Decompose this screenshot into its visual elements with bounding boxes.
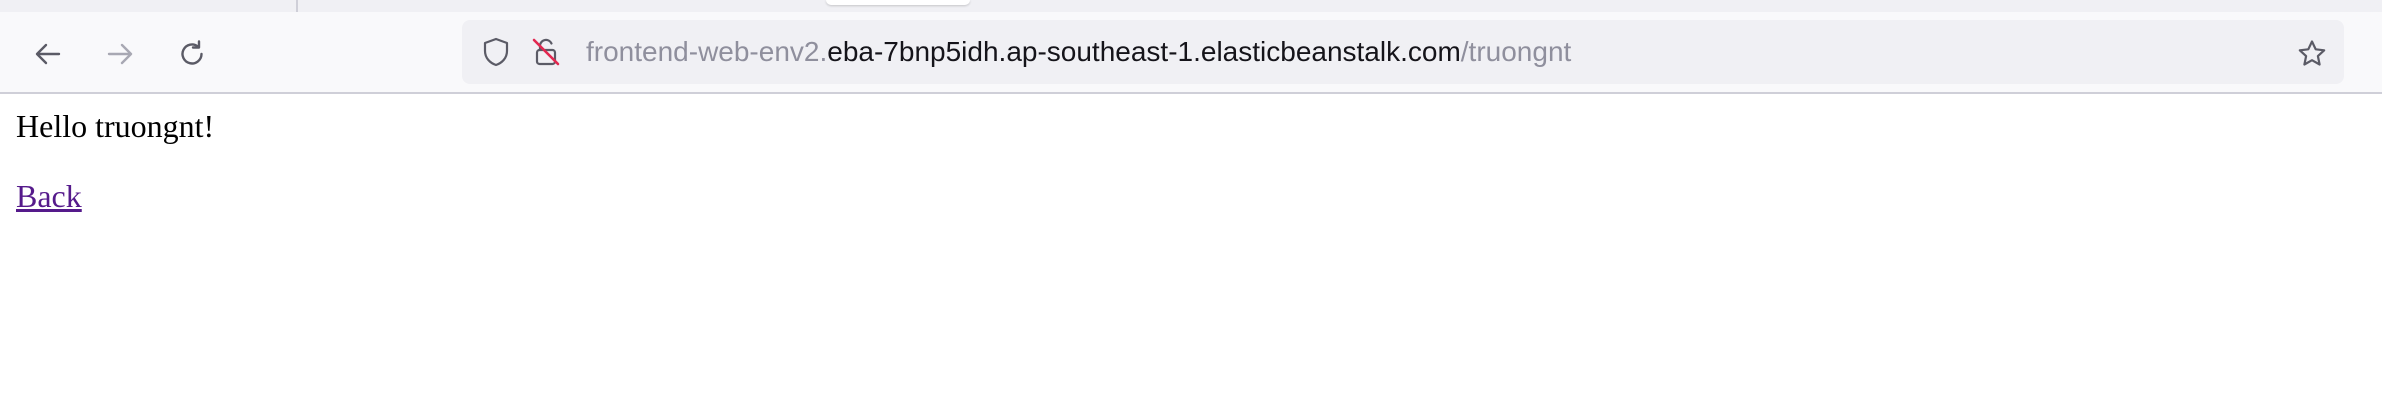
back-link[interactable]: Back: [16, 176, 82, 216]
active-tab-edge[interactable]: [826, 0, 970, 5]
forward-arrow-icon: [107, 43, 133, 65]
reload-icon: [181, 40, 203, 65]
site-security-button[interactable]: [528, 34, 564, 70]
back-button[interactable]: [22, 32, 74, 76]
url-prefix: frontend-web-env2.: [586, 36, 828, 67]
tracking-protection-button[interactable]: [478, 34, 514, 70]
insecure-lock-icon: [532, 38, 560, 66]
url-bar[interactable]: frontend-web-env2.eba-7bnp5idh.ap-southe…: [462, 20, 2344, 84]
tab-divider: [296, 0, 298, 12]
back-arrow-icon: [35, 43, 61, 65]
navigation-toolbar: frontend-web-env2.eba-7bnp5idh.ap-southe…: [0, 12, 2382, 94]
url-path: /truongnt: [1460, 36, 1572, 67]
bookmark-button[interactable]: [2290, 32, 2334, 76]
forward-button[interactable]: [94, 32, 146, 76]
tab-strip: [0, 0, 2382, 12]
reload-button[interactable]: [166, 32, 218, 76]
shield-icon: [483, 37, 509, 67]
url-domain: eba-7bnp5idh.ap-southeast-1.elasticbeans…: [827, 36, 1461, 67]
page-content: Hello truongnt! Back: [16, 106, 214, 216]
greeting-text: Hello truongnt!: [16, 108, 215, 144]
url-text[interactable]: frontend-web-env2.eba-7bnp5idh.ap-southe…: [586, 20, 1571, 84]
star-icon: [2298, 40, 2326, 66]
